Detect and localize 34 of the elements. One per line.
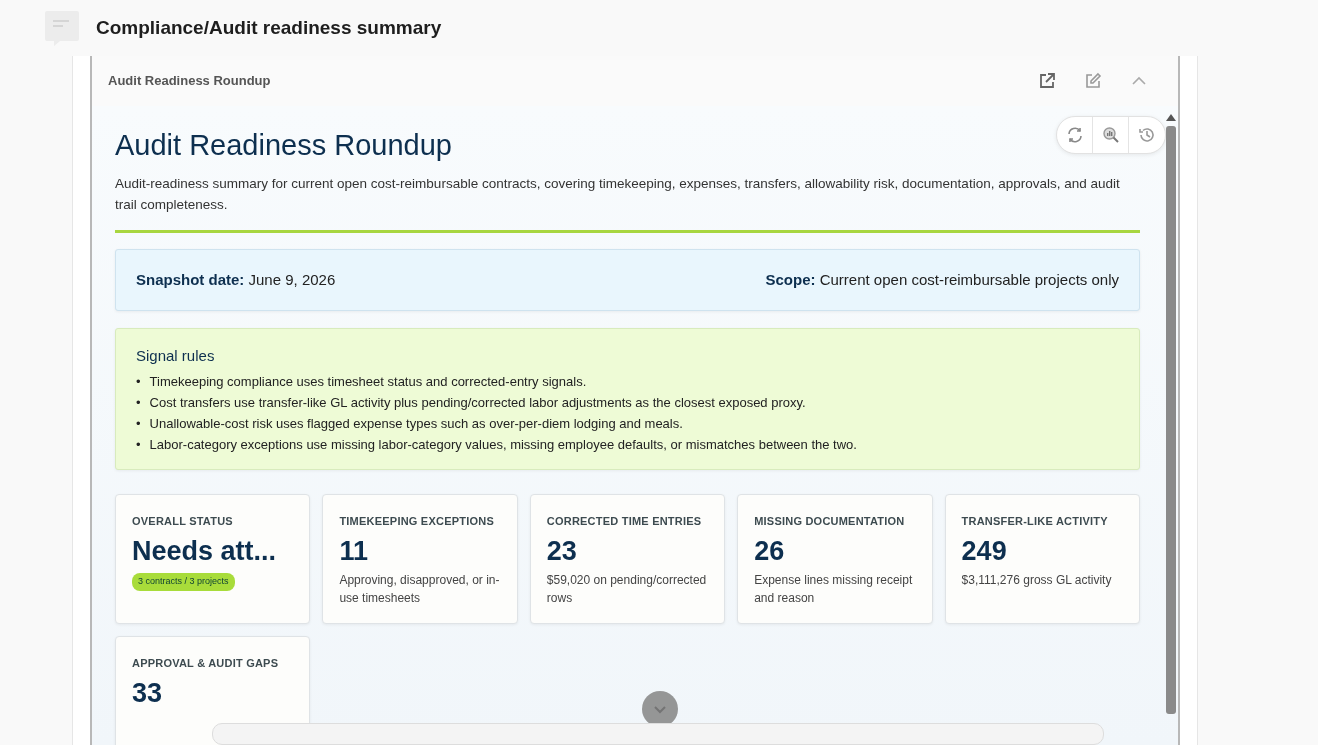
rule-item: Cost transfers use transfer-like GL activity plus pending/corrected labor adjustments as the closest exposed proxy.	[149, 394, 806, 413]
report-title: Audit Readiness Roundup	[115, 128, 452, 163]
stat-value: Needs att...	[132, 535, 278, 568]
panel-title: Audit Readiness Roundup	[108, 72, 271, 91]
scrollbar[interactable]	[1166, 114, 1176, 714]
stat-value: 26	[754, 535, 786, 568]
page-title: Compliance/Audit readiness summary	[96, 16, 442, 40]
stat-note: $3,111,276 gross GL activity	[961, 572, 1113, 590]
bullet: •	[136, 373, 141, 392]
stat-value: 23	[546, 535, 578, 568]
bullet: •	[136, 394, 141, 413]
rule-item: Unallowable-cost risk uses flagged expense types such as over-per-diem lodging and meals.	[149, 415, 683, 434]
bullet: •	[136, 436, 141, 455]
snapshot-date: Snapshot date: June 9, 2026	[136, 270, 336, 290]
stat-label: OVERALL STATUS	[132, 514, 234, 530]
bullet: •	[136, 415, 141, 434]
stat-label: MISSING DOCUMENTATION	[754, 514, 906, 530]
stat-label: TRANSFER-LIKE ACTIVITY	[961, 514, 1109, 530]
scope-text: Scope: Current open cost-reimbursable projects only	[765, 270, 1119, 290]
stat-label: APPROVAL & AUDIT GAPS	[132, 656, 280, 672]
stat-note: $59,020 on pending/corrected rows	[546, 572, 708, 608]
stat-note: Expense lines missing receipt and reason	[754, 572, 914, 608]
rule-item: Timekeeping compliance uses timesheet status and corrected-entry signals.	[149, 373, 587, 392]
chat-icon	[44, 9, 80, 47]
stat-value: 11	[339, 535, 369, 568]
stat-value: 249	[961, 535, 1008, 568]
stat-value: 33	[132, 676, 164, 710]
stat-label: TIMEKEEPING EXCEPTIONS	[339, 514, 495, 530]
rule-item: Labor-category exceptions use missing labor-category values, missing employee defaults, or mismatches between the two.	[149, 436, 857, 455]
status-badge: 3 contracts / 3 projects	[132, 573, 235, 591]
stat-note: Approving, disapproved, or in-use timesheets	[339, 572, 501, 608]
report-description: Audit-readiness summary for current open cost-reimbursable contracts, covering timekeeping, expenses, transfers, allowability risk, documentation, approvals, and audit trail completeness.	[115, 174, 1121, 215]
stat-label: CORRECTED TIME ENTRIES	[546, 514, 703, 530]
rules-title: Signal rules	[136, 347, 216, 366]
